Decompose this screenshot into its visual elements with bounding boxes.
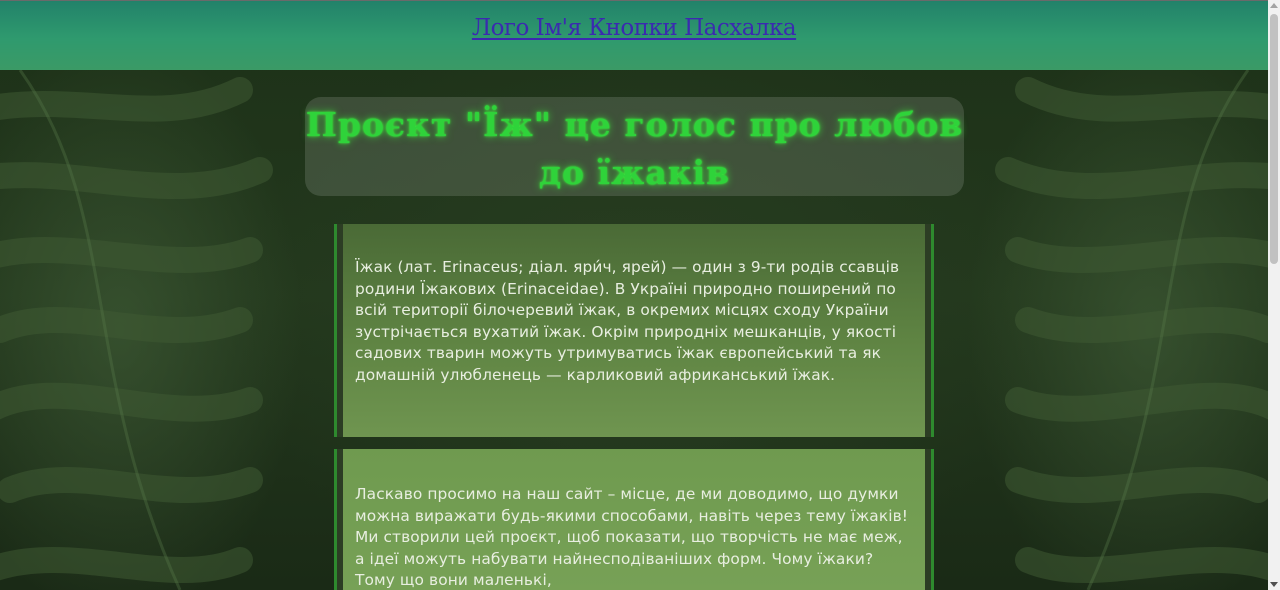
page-title: Проєкт "Їж" це голос про любов до їжаків	[305, 105, 964, 192]
card-text: Їжак (лат. Erinaceus; діал. яри́ч, ярей)…	[355, 258, 900, 384]
vertical-scrollbar[interactable]	[1268, 0, 1280, 590]
content-card-body: Ласкаво просимо на наш сайт – місце, де …	[343, 449, 925, 590]
top-navigation: Лого Ім'я Кнопки Пасхалка	[472, 15, 797, 41]
content-card-body: Їжак (лат. Erinaceus; діал. яри́ч, ярей)…	[343, 224, 925, 437]
hero-title-box: Проєкт "Їж" це голос про любов до їжаків	[305, 97, 964, 196]
content-card: Ласкаво просимо на наш сайт – місце, де …	[334, 449, 934, 590]
nav-link[interactable]: Лого Ім'я Кнопки Пасхалка	[472, 15, 797, 41]
site-header: Лого Ім'я Кнопки Пасхалка	[0, 0, 1268, 70]
card-text: Ласкаво просимо на наш сайт – місце, де …	[355, 485, 909, 589]
chevron-down-icon[interactable]	[1270, 582, 1278, 587]
content-card: Їжак (лат. Erinaceus; діал. яри́ч, ярей)…	[334, 224, 934, 437]
chevron-up-icon[interactable]	[1270, 3, 1278, 8]
scrollbar-thumb[interactable]	[1270, 14, 1278, 264]
